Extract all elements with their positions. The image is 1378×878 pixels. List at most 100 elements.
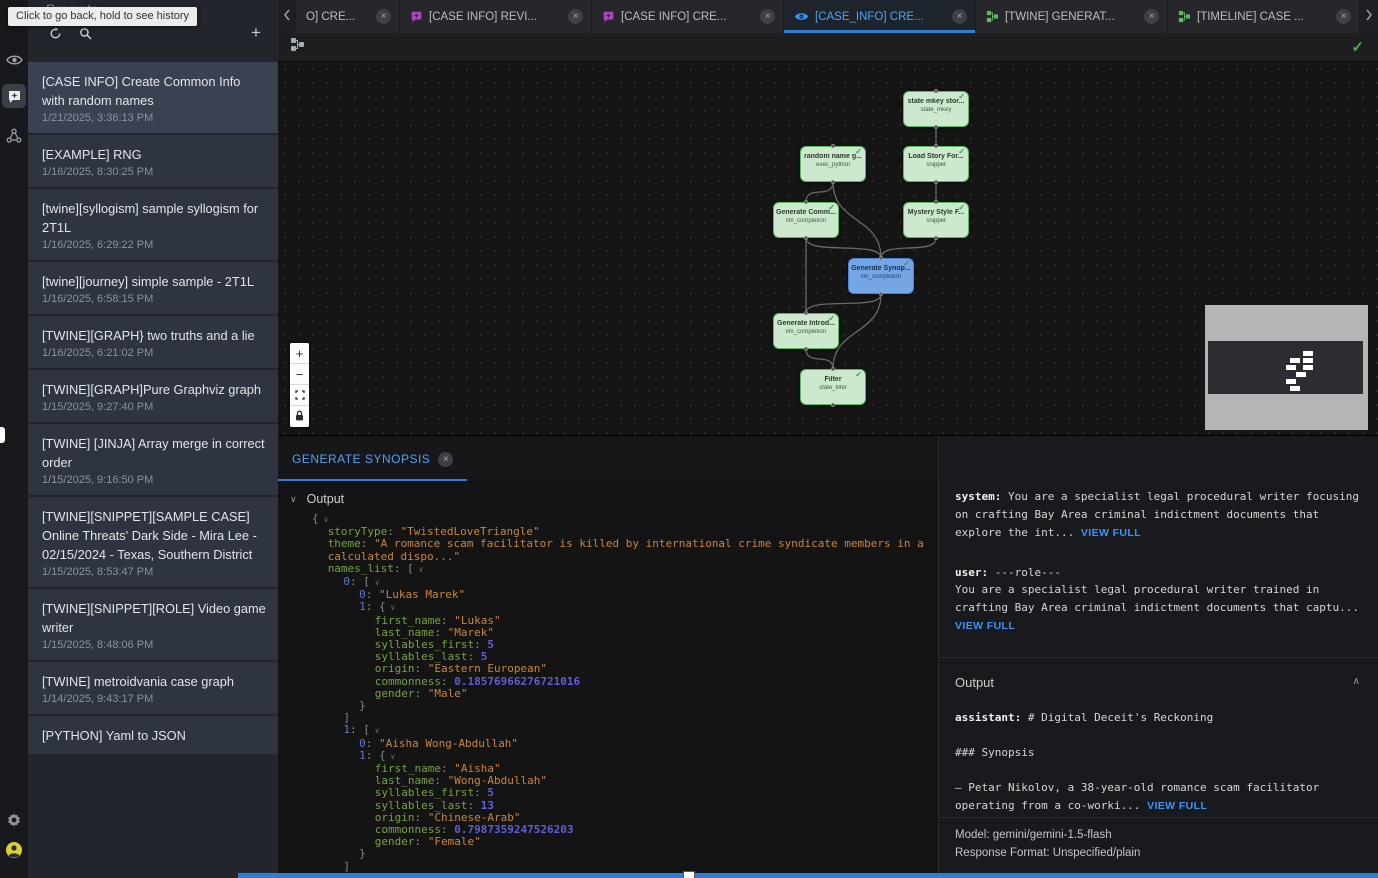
collapse-up-icon: ∧ bbox=[1353, 674, 1360, 690]
tab--case-info-cre-[interactable]: [CASE INFO] CRE... × bbox=[592, 0, 784, 33]
output-port[interactable] bbox=[804, 236, 808, 240]
output-section-label: Output bbox=[307, 492, 345, 506]
input-port[interactable] bbox=[804, 311, 808, 315]
tab-label: [TIMELINE] CASE ... bbox=[1197, 11, 1330, 23]
scrollbar-thumb[interactable] bbox=[683, 871, 695, 878]
close-icon[interactable]: × bbox=[760, 9, 775, 24]
graph-node-snippet[interactable]: Load Story For...snippet✓ bbox=[903, 146, 969, 182]
prompt-title: [TWINE][GRAPH]Pure Graphviz graph bbox=[42, 380, 266, 399]
close-icon[interactable]: × bbox=[568, 9, 583, 24]
inspector-output-header[interactable]: Output ∧ bbox=[955, 672, 1360, 693]
input-port[interactable] bbox=[804, 200, 808, 204]
workflow-nav-button[interactable] bbox=[2, 124, 26, 148]
prompt-list-item[interactable]: [PYTHON] Yaml to JSON bbox=[28, 716, 278, 754]
close-icon[interactable]: × bbox=[1144, 9, 1159, 24]
close-icon[interactable]: × bbox=[1336, 9, 1351, 24]
prompt-timestamp: 1/16/2025, 6:21:02 PM bbox=[42, 347, 266, 359]
graph-toolbar: ✓ bbox=[278, 33, 1378, 62]
history-tooltip: Click to go back, hold to see history bbox=[8, 7, 197, 26]
graph-node-snippet[interactable]: Mystery Style F...snippet✓ bbox=[903, 202, 969, 238]
input-port[interactable] bbox=[831, 367, 835, 371]
prompt-list-item[interactable]: [twine][syllogism] sample syllogism for … bbox=[28, 189, 278, 260]
preview-nav-button[interactable] bbox=[2, 48, 26, 72]
prompt-list-item[interactable]: [TWINE][SNIPPET][ROLE] Video game writer… bbox=[28, 589, 278, 660]
tab--timeline-case-[interactable]: [TIMELINE] CASE ... × bbox=[1168, 0, 1360, 33]
input-port[interactable] bbox=[934, 200, 938, 204]
prompt-timestamp: 1/15/2025, 9:16:50 PM bbox=[42, 474, 266, 486]
node-check-icon: ✓ bbox=[855, 147, 862, 156]
prompt-list-item[interactable]: [TWINE][GRAPH]Pure Graphviz graph 1/15/20… bbox=[28, 370, 278, 422]
tab-o-cre-[interactable]: O] CRE...× bbox=[296, 0, 400, 33]
view-full-link[interactable]: VIEW FULL bbox=[1147, 800, 1207, 812]
user-message: user: ---role--- You are a specialist le… bbox=[955, 564, 1360, 635]
graph-node-llm_completion[interactable]: Generate Synop...llm_completion✓ bbox=[848, 258, 914, 294]
output-tab-label: GENERATE SYNOPSIS bbox=[292, 452, 430, 466]
tab-label: [CASE INFO] REVI... bbox=[429, 11, 562, 23]
prompt-list-item[interactable]: [EXAMPLE] RNG1/16/2025, 8:30:25 PM bbox=[28, 135, 278, 187]
tab--case-info-revi-[interactable]: [CASE INFO] REVI... × bbox=[400, 0, 592, 33]
assistant-title: # Digital Deceit's Reckoning bbox=[1028, 711, 1213, 724]
prompts-nav-button[interactable] bbox=[2, 84, 26, 108]
prompt-list-item[interactable]: [TWINE][SNIPPET][SAMPLE CASE] Online Thr… bbox=[28, 497, 278, 587]
prompt-timestamp: 1/15/2025, 9:27:40 PM bbox=[42, 401, 266, 413]
tab--twine-generat-[interactable]: [TWINE] GENERAT...× bbox=[976, 0, 1168, 33]
account-button[interactable] bbox=[2, 838, 26, 862]
fit-view-button[interactable] bbox=[290, 385, 309, 406]
prompt-list-item[interactable]: [TWINE][GRAPH} two truths and a lie1/16/… bbox=[28, 316, 278, 368]
view-full-link[interactable]: VIEW FULL bbox=[1081, 527, 1141, 539]
tabs-scroll-right[interactable] bbox=[1360, 0, 1378, 33]
graph-node-llm_completion[interactable]: Generate Introd...llm_completion✓ bbox=[773, 313, 839, 349]
json-line: } bbox=[278, 848, 938, 860]
divider bbox=[939, 657, 1378, 658]
output-port[interactable] bbox=[934, 236, 938, 240]
graph-node-exec_python[interactable]: random name g...exec_python✓ bbox=[800, 146, 866, 182]
eye-icon bbox=[6, 54, 23, 66]
output-port[interactable] bbox=[934, 125, 938, 129]
model-line: Model: gemini/gemini-1.5-flash bbox=[955, 826, 1362, 844]
close-icon[interactable]: × bbox=[952, 9, 967, 24]
input-port[interactable] bbox=[934, 89, 938, 93]
output-port[interactable] bbox=[831, 180, 835, 184]
model-info: Model: gemini/gemini-1.5-flash Response … bbox=[939, 817, 1378, 862]
close-icon[interactable]: × bbox=[438, 452, 453, 467]
graph-node-state_filter[interactable]: Filterstate_filter✓ bbox=[800, 369, 866, 405]
output-port[interactable] bbox=[831, 403, 835, 407]
minimap[interactable] bbox=[1205, 305, 1368, 430]
panel-resize-handle[interactable] bbox=[0, 427, 5, 443]
node-type: snippet bbox=[904, 218, 968, 224]
input-port[interactable] bbox=[934, 144, 938, 148]
node-type: llm_completion bbox=[774, 218, 838, 224]
horizontal-scrollbar[interactable] bbox=[238, 873, 1378, 878]
output-port[interactable] bbox=[879, 292, 883, 296]
prompt-list-item[interactable]: [TWINE] [JINJA] Array merge in correct o… bbox=[28, 424, 278, 495]
tabs-scroll-left[interactable] bbox=[278, 0, 296, 33]
output-port[interactable] bbox=[934, 180, 938, 184]
prompt-timestamp: 1/21/2025, 3:36:13 PM bbox=[42, 112, 266, 124]
node-check-icon: ✓ bbox=[828, 314, 835, 323]
settings-button[interactable] bbox=[2, 808, 26, 832]
minimap-node bbox=[1290, 386, 1300, 391]
input-port[interactable] bbox=[831, 144, 835, 148]
minimap-node bbox=[1303, 351, 1313, 356]
graph-canvas[interactable]: state mkey stor...state_mkey✓random name… bbox=[278, 62, 1378, 435]
add-prompt-button[interactable]: + bbox=[246, 23, 266, 43]
graph-controls: + − bbox=[290, 343, 309, 427]
zoom-in-button[interactable]: + bbox=[290, 343, 309, 364]
prompt-list-item[interactable]: [TWINE] metroidvania case graph1/14/2025… bbox=[28, 662, 278, 714]
output-section-header[interactable]: ∨ Output bbox=[278, 482, 938, 513]
prompt-list-item[interactable]: [twine][journey] simple sample - 2T1L1/1… bbox=[28, 262, 278, 314]
lock-button[interactable] bbox=[290, 406, 309, 427]
prompt-title: [TWINE] [JINJA] Array merge in correct o… bbox=[42, 434, 266, 472]
input-port[interactable] bbox=[879, 256, 883, 260]
tab--case-info-cre-[interactable]: [CASE_INFO] CRE...× bbox=[784, 0, 976, 33]
graph-node-state_mkey[interactable]: state mkey stor...state_mkey✓ bbox=[903, 91, 969, 127]
json-output: { ∨storyType: "TwistedLoveTriangle"theme… bbox=[278, 513, 938, 873]
prompt-list-item[interactable]: [CASE INFO] Create Common Info with rand… bbox=[28, 62, 278, 133]
view-full-link[interactable]: VIEW FULL bbox=[955, 620, 1015, 632]
tab-label: [CASE INFO] CRE... bbox=[621, 11, 754, 23]
close-icon[interactable]: × bbox=[376, 9, 391, 24]
graph-node-llm_completion[interactable]: Generate Comm...llm_completion✓ bbox=[773, 202, 839, 238]
output-tab[interactable]: GENERATE SYNOPSIS × bbox=[278, 437, 467, 481]
zoom-out-button[interactable]: − bbox=[290, 364, 309, 385]
output-port[interactable] bbox=[804, 347, 808, 351]
